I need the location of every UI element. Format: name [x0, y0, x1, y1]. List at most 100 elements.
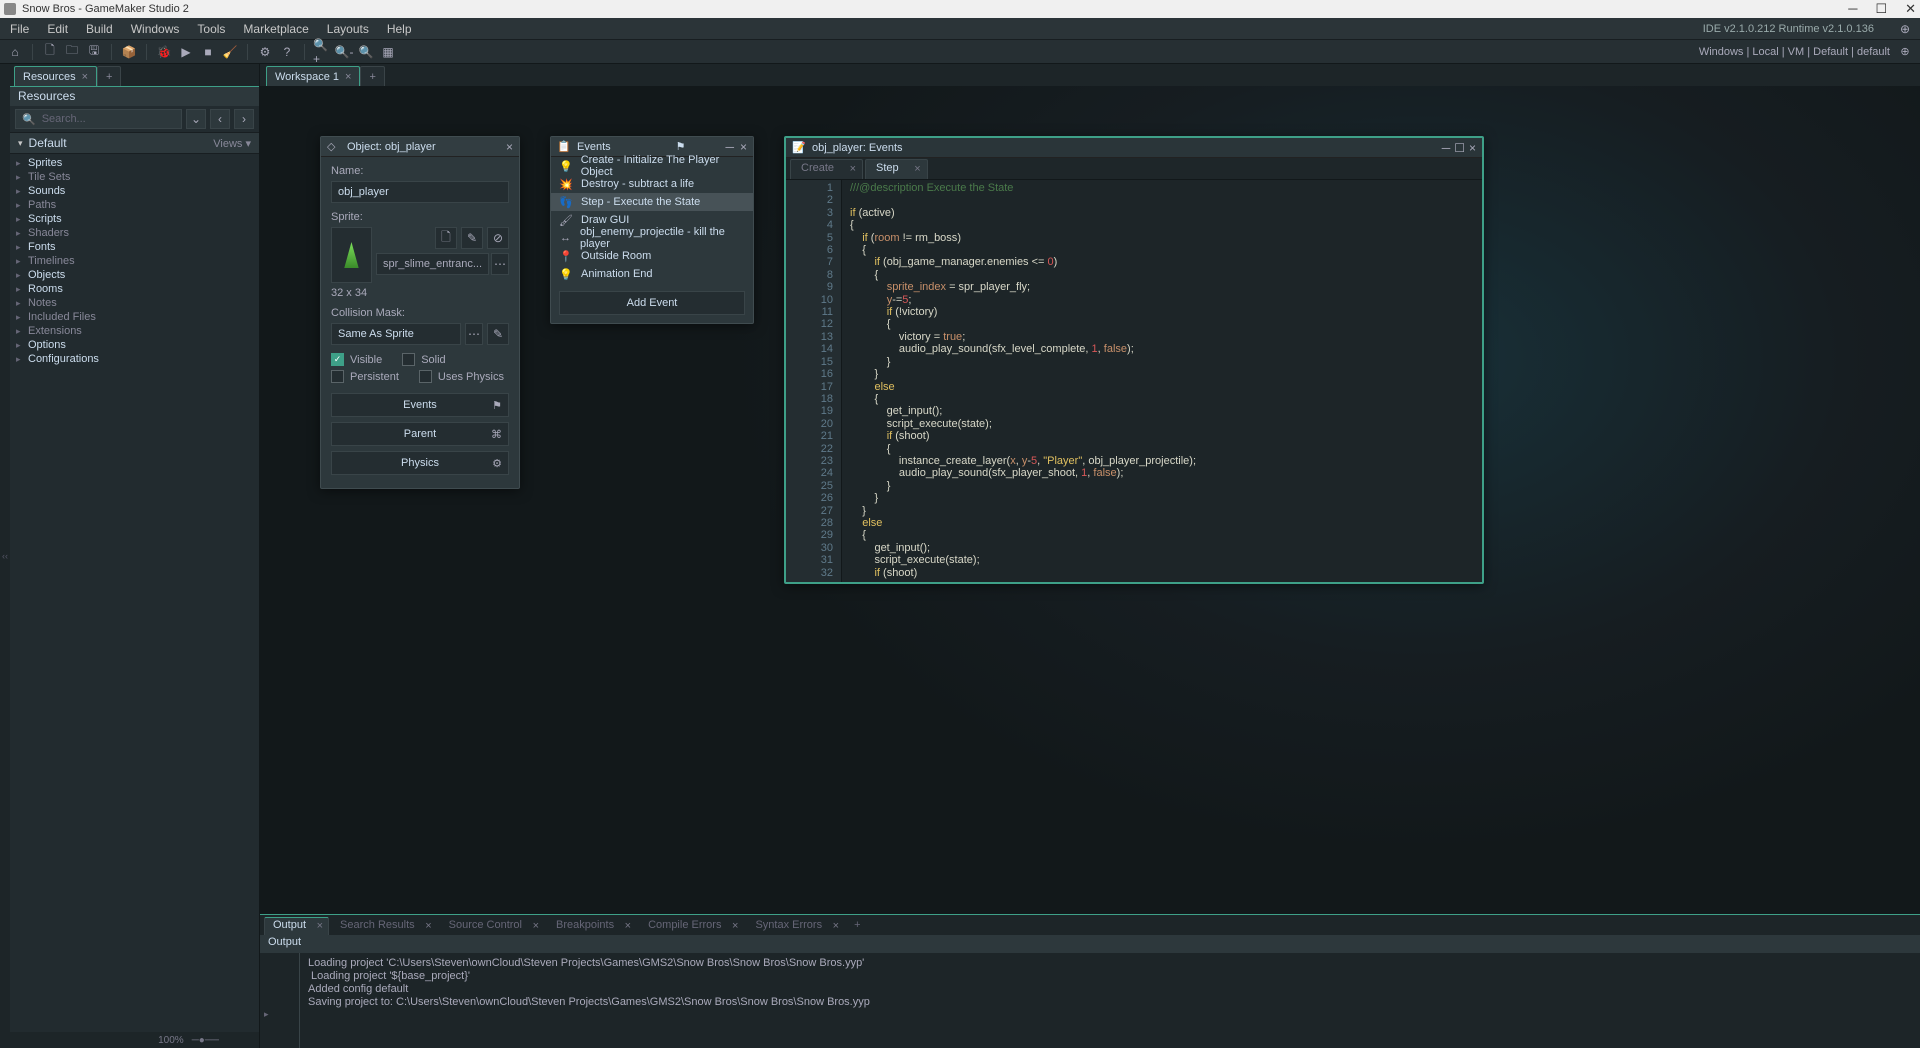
tree-item-objects[interactable]: Objects	[10, 268, 259, 282]
sprite-preview[interactable]	[331, 227, 372, 283]
close-button[interactable]: ✕	[1905, 1, 1916, 17]
resources-tab[interactable]: Resources ×	[14, 66, 97, 86]
workspace-tab[interactable]: Workspace 1 ×	[266, 66, 360, 86]
new-project-icon[interactable]: 🗋	[41, 43, 59, 61]
add-event-button[interactable]: Add Event	[559, 291, 745, 315]
maximize-code-icon[interactable]: ☐	[1454, 141, 1465, 155]
clear-sprite-button[interactable]: ⊘	[487, 227, 509, 249]
open-project-icon[interactable]: 🗀	[63, 43, 81, 61]
close-workspace-icon[interactable]: ×	[345, 71, 351, 83]
code-tab-create[interactable]: Create×	[790, 159, 863, 179]
home-icon[interactable]: ⌂	[6, 43, 24, 61]
add-panel-tab[interactable]: +	[97, 66, 121, 86]
help-icon[interactable]: ?	[278, 43, 296, 61]
maximize-button[interactable]: ☐	[1875, 1, 1887, 17]
tree-item-sprites[interactable]: Sprites	[10, 156, 259, 170]
search-input[interactable]: 🔍 Search...	[15, 109, 182, 129]
tree-item-shaders[interactable]: Shaders	[10, 226, 259, 240]
stop-icon[interactable]: ■	[199, 43, 217, 61]
sprite-name-field[interactable]: spr_slime_entranc...	[376, 253, 489, 275]
menu-build[interactable]: Build	[86, 22, 113, 36]
event-item[interactable]: ↔obj_enemy_projectile - kill the player	[551, 229, 753, 247]
workspace-canvas[interactable]: ◇ Object: obj_player × Name: Sprite: 🗋	[260, 86, 1920, 914]
zoom-out-icon[interactable]: 🔍-	[335, 43, 353, 61]
target-settings[interactable]: Windows | Local | VM | Default | default	[1699, 46, 1890, 58]
minimize-events-icon[interactable]: ─	[725, 140, 734, 154]
target-icon[interactable]: ⊕	[1896, 43, 1914, 61]
run-icon[interactable]: ▶	[177, 43, 195, 61]
sprite-menu-button[interactable]: ⋯	[491, 253, 509, 275]
zoom-slider[interactable]: ─●──	[192, 1035, 219, 1046]
nav-forward-button[interactable]: ›	[234, 109, 254, 129]
save-icon[interactable]: 🖫	[85, 43, 103, 61]
tree-item-configurations[interactable]: Configurations	[10, 352, 259, 366]
output-tab-breakpoints[interactable]: Breakpoints×	[547, 917, 637, 935]
menu-marketplace[interactable]: Marketplace	[243, 22, 308, 36]
search-dropdown[interactable]: ⌄	[186, 109, 206, 129]
menu-layouts[interactable]: Layouts	[327, 22, 369, 36]
tree-item-included-files[interactable]: Included Files	[10, 310, 259, 324]
menu-help[interactable]: Help	[387, 22, 412, 36]
uses-physics-checkbox[interactable]: Uses Physics	[419, 370, 504, 383]
event-item[interactable]: 💡Create - Initialize The Player Object	[551, 157, 753, 175]
close-tab-icon[interactable]: ×	[425, 920, 431, 932]
output-tab-output[interactable]: Output×	[264, 917, 329, 935]
add-workspace-button[interactable]: +	[360, 66, 384, 86]
minimize-button[interactable]: ─	[1848, 1, 1857, 17]
dock-icon[interactable]: ▦	[379, 43, 397, 61]
object-window-titlebar[interactable]: ◇ Object: obj_player ×	[321, 137, 519, 157]
close-tab-icon[interactable]: ×	[317, 920, 323, 932]
collision-mask-select[interactable]: Same As Sprite	[331, 323, 461, 345]
mask-menu-button[interactable]: ⋯	[465, 323, 483, 345]
tree-item-options[interactable]: Options	[10, 338, 259, 352]
solid-checkbox[interactable]: Solid	[402, 353, 445, 366]
resource-view-selector[interactable]: ▾ Default Views ▾	[10, 132, 259, 154]
create-exe-icon[interactable]: 📦	[120, 43, 138, 61]
close-tab-icon[interactable]: ×	[732, 920, 738, 932]
left-dock-handle[interactable]: ‹‹	[0, 64, 10, 1048]
code-editor[interactable]: ///@description Execute the State if (ac…	[842, 180, 1482, 582]
menu-windows[interactable]: Windows	[131, 22, 180, 36]
visible-checkbox[interactable]: Visible	[331, 353, 382, 366]
tree-item-tile-sets[interactable]: Tile Sets	[10, 170, 259, 184]
close-tab-icon[interactable]: ×	[850, 163, 856, 175]
event-item[interactable]: 💡Animation End	[551, 265, 753, 283]
edit-sprite-button[interactable]: ✎	[461, 227, 483, 249]
physics-button[interactable]: Physics⚙	[331, 451, 509, 475]
close-code-window[interactable]: ×	[1469, 141, 1476, 155]
event-item[interactable]: 👣Step - Execute the State	[551, 193, 753, 211]
close-tab-icon[interactable]: ×	[625, 920, 631, 932]
close-tab-icon[interactable]: ×	[82, 71, 88, 83]
output-tab-source-control[interactable]: Source Control×	[440, 917, 545, 935]
output-tab-search-results[interactable]: Search Results×	[331, 917, 438, 935]
close-tab-icon[interactable]: ×	[533, 920, 539, 932]
zoom-in-icon[interactable]: 🔍+	[313, 43, 331, 61]
zoom-reset-icon[interactable]: 🔍	[357, 43, 375, 61]
tree-item-extensions[interactable]: Extensions	[10, 324, 259, 338]
code-tab-step[interactable]: Step×	[865, 159, 928, 179]
object-name-input[interactable]	[331, 181, 509, 203]
close-tab-icon[interactable]: ×	[833, 920, 839, 932]
code-window-titlebar[interactable]: 📝 obj_player: Events ─ ☐ ×	[786, 138, 1482, 158]
debug-icon[interactable]: 🐞	[155, 43, 173, 61]
menu-edit[interactable]: Edit	[47, 22, 68, 36]
edit-mask-button[interactable]: ✎	[487, 323, 509, 345]
menu-tools[interactable]: Tools	[197, 22, 225, 36]
close-events-window[interactable]: ×	[740, 140, 747, 154]
tree-item-rooms[interactable]: Rooms	[10, 282, 259, 296]
nav-back-button[interactable]: ‹	[210, 109, 230, 129]
tree-item-timelines[interactable]: Timelines	[10, 254, 259, 268]
parent-button[interactable]: Parent⌘	[331, 422, 509, 446]
tree-item-sounds[interactable]: Sounds	[10, 184, 259, 198]
events-button[interactable]: Events⚑	[331, 393, 509, 417]
tree-item-fonts[interactable]: Fonts	[10, 240, 259, 254]
tree-item-scripts[interactable]: Scripts	[10, 212, 259, 226]
tree-item-paths[interactable]: Paths	[10, 198, 259, 212]
minimize-code-icon[interactable]: ─	[1442, 141, 1451, 155]
notifications-icon[interactable]: ⊕	[1900, 22, 1910, 36]
output-tab-syntax-errors[interactable]: Syntax Errors×	[746, 917, 845, 935]
output-tab-compile-errors[interactable]: Compile Errors×	[639, 917, 744, 935]
tree-item-notes[interactable]: Notes	[10, 296, 259, 310]
close-object-window[interactable]: ×	[506, 140, 513, 154]
add-output-tab[interactable]: +	[847, 917, 867, 935]
